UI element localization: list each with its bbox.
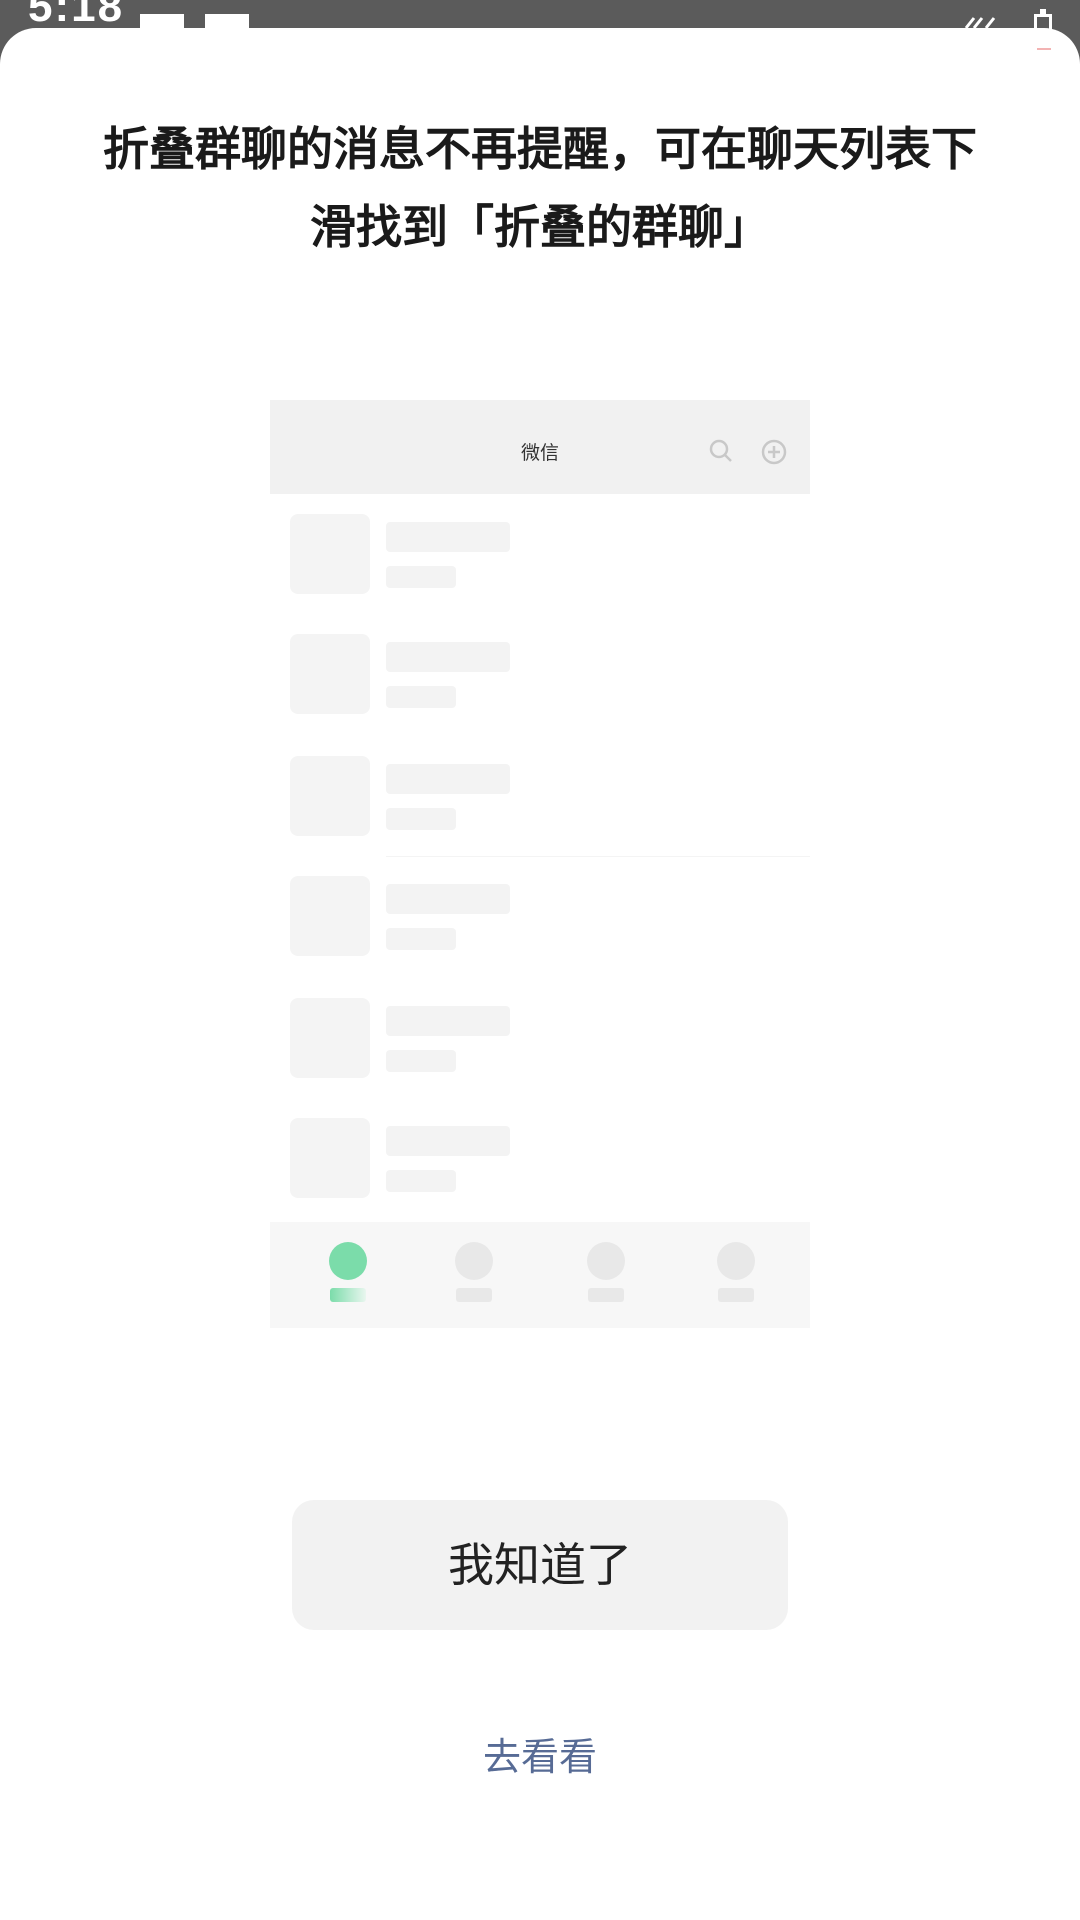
list-item <box>270 756 810 857</box>
tab-label-placeholder <box>588 1288 624 1302</box>
illustration: 微信 <box>270 400 810 1328</box>
tab-icon <box>329 1242 367 1280</box>
tab-label-placeholder <box>330 1288 366 1302</box>
avatar-placeholder <box>290 1118 370 1198</box>
list-item <box>270 634 810 734</box>
list-item <box>270 1118 810 1218</box>
tab-icon <box>587 1242 625 1280</box>
tab-chats-placeholder <box>318 1242 378 1312</box>
subtitle-placeholder <box>386 928 456 950</box>
tab-contacts-placeholder <box>444 1242 504 1312</box>
subtitle-placeholder <box>386 1170 456 1192</box>
tab-me-placeholder <box>706 1242 766 1312</box>
search-icon <box>709 439 732 462</box>
title-placeholder <box>386 764 510 794</box>
tab-label-placeholder <box>456 1288 492 1302</box>
dialog-headline: 折叠群聊的消息不再提醒，可在聊天列表下滑找到「折叠的群聊」 <box>103 122 977 254</box>
screen: 5:18 折叠群聊的消息不再提醒，可在聊天列表下滑找到「折叠的群聊」 微信 我知… <box>0 0 1080 1920</box>
title-placeholder <box>386 522 510 552</box>
subtitle-placeholder <box>386 1050 456 1072</box>
go-look-link[interactable]: 去看看 <box>340 1726 740 1781</box>
battery-level-indicator <box>1037 48 1051 50</box>
add-circle-icon <box>761 439 787 465</box>
tab-label-placeholder <box>718 1288 754 1302</box>
avatar-placeholder <box>290 876 370 956</box>
list-item <box>270 514 810 614</box>
divider <box>386 856 810 857</box>
subtitle-placeholder <box>386 808 456 830</box>
subtitle-placeholder <box>386 686 456 708</box>
list-item <box>270 876 810 976</box>
subtitle-placeholder <box>386 566 456 588</box>
illustration-tab-bar <box>270 1222 810 1328</box>
tab-discover-placeholder <box>576 1242 636 1312</box>
avatar-placeholder <box>290 514 370 594</box>
list-item <box>270 998 810 1098</box>
avatar-placeholder <box>290 634 370 714</box>
avatar-placeholder <box>290 998 370 1078</box>
avatar-placeholder <box>290 756 370 836</box>
title-placeholder <box>386 884 510 914</box>
illustration-header: 微信 <box>270 400 810 494</box>
title-placeholder <box>386 1126 510 1156</box>
tab-icon <box>717 1242 755 1280</box>
title-placeholder <box>386 1006 510 1036</box>
title-placeholder <box>386 642 510 672</box>
got-it-button[interactable]: 我知道了 <box>292 1500 788 1630</box>
tab-icon <box>455 1242 493 1280</box>
status-bar: 5:18 <box>0 0 1080 31</box>
